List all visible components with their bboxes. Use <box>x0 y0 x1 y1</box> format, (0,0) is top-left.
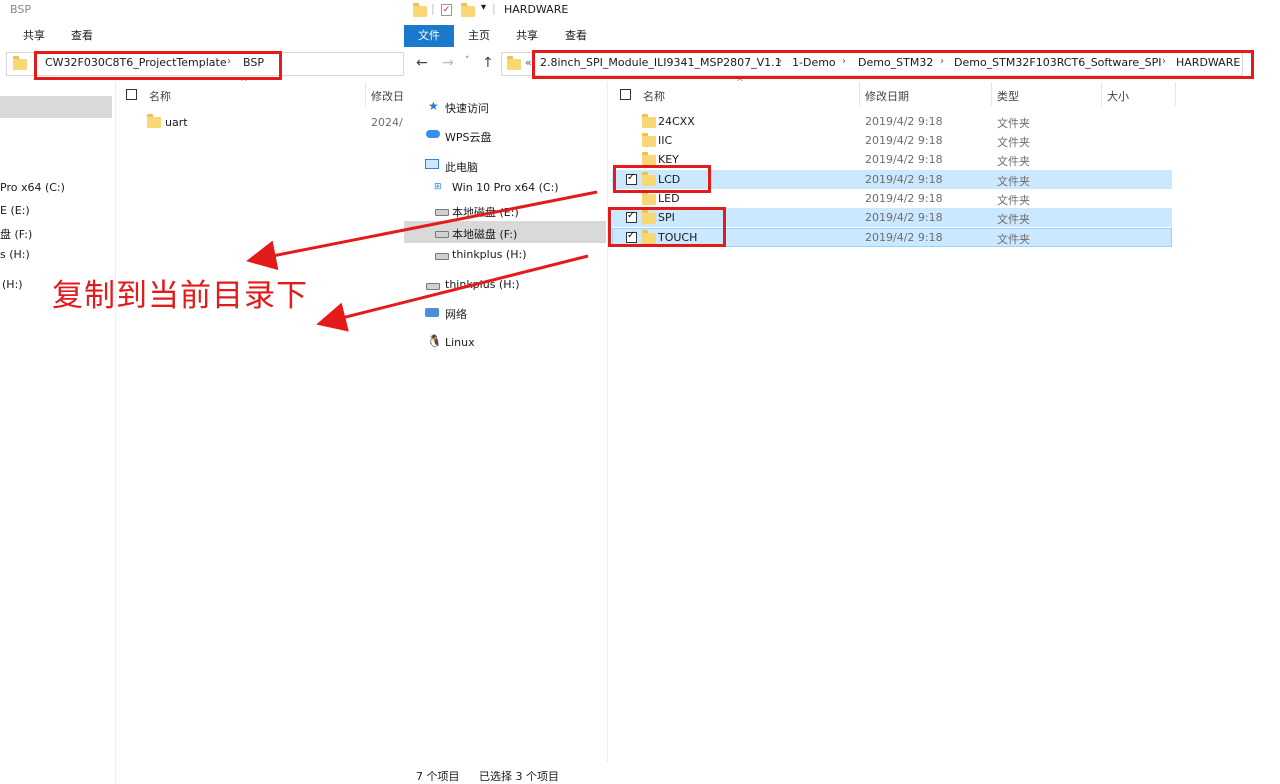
annotation-text: 复制到当前目录下 <box>52 278 308 314</box>
arrow-to-left-window-2 <box>316 254 589 332</box>
arrow-to-left-window-1 <box>246 190 598 271</box>
annotation-arrows <box>246 190 598 332</box>
